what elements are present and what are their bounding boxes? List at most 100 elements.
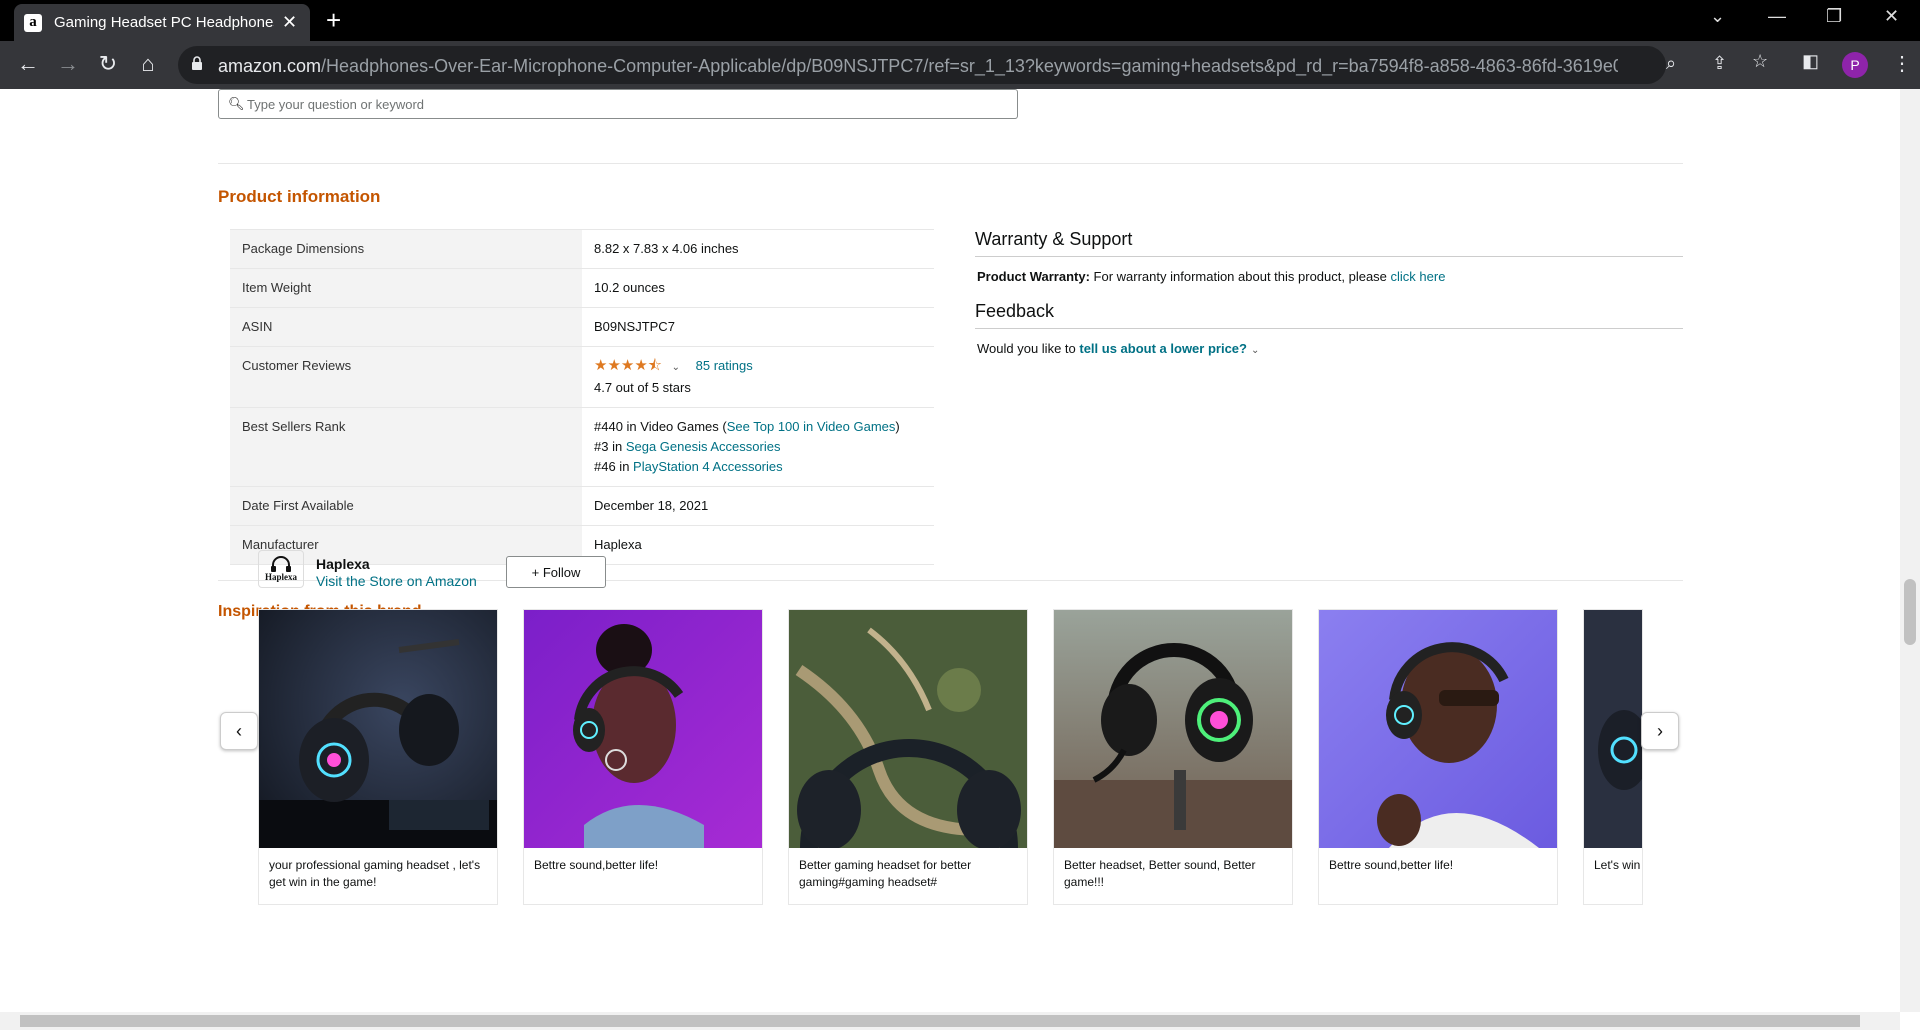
headset-image bbox=[1598, 710, 1642, 790]
row-value: 10.2 ounces bbox=[582, 268, 934, 308]
share-icon[interactable]: ⇪ bbox=[1712, 53, 1727, 74]
bookmark-star-icon[interactable]: ☆ bbox=[1752, 51, 1768, 72]
divider bbox=[218, 163, 1683, 164]
vertical-scrollbar[interactable] bbox=[1900, 89, 1920, 1012]
follow-button[interactable]: + Follow bbox=[506, 556, 606, 588]
inspiration-card[interactable]: Let's win bbox=[1583, 609, 1643, 905]
profile-avatar[interactable]: P bbox=[1842, 52, 1868, 78]
row-key: Customer Reviews bbox=[230, 346, 582, 408]
visit-store-link[interactable]: Visit the Store on Amazon bbox=[316, 573, 477, 589]
address-bar[interactable]: amazon.com/Headphones-Over-Ear-Microphon… bbox=[178, 46, 1666, 84]
ps4-accessories-link[interactable]: PlayStation 4 Accessories bbox=[633, 459, 783, 474]
feedback-text: Would you like to tell us about a lower … bbox=[977, 341, 1260, 356]
inspiration-card[interactable]: Better headset, Better sound, Better gam… bbox=[1053, 609, 1293, 905]
back-icon[interactable]: ← bbox=[14, 51, 42, 77]
carousel-next-button[interactable]: › bbox=[1641, 712, 1679, 750]
search-icon: 🔍︎ bbox=[228, 96, 245, 111]
table-row: Package Dimensions 8.82 x 7.83 x 4.06 in… bbox=[230, 229, 934, 269]
row-value: 8.82 x 7.83 x 4.06 inches bbox=[582, 229, 934, 269]
search-zoom-icon[interactable]: ⌕ bbox=[1666, 53, 1676, 74]
card-caption: Bettre sound,better life! bbox=[534, 858, 659, 872]
card-image bbox=[1319, 610, 1557, 848]
card-caption: your professional gaming headset , let's… bbox=[269, 858, 481, 889]
chevron-down-icon[interactable]: ⌄ bbox=[1710, 6, 1725, 27]
product-info-table: Package Dimensions 8.82 x 7.83 x 4.06 in… bbox=[230, 229, 934, 565]
card-caption: Better gaming headset for better gaming#… bbox=[799, 858, 972, 889]
minimize-icon[interactable]: — bbox=[1768, 6, 1786, 27]
rank-line: #3 in Sega Genesis Accessories bbox=[594, 439, 781, 454]
headphones-icon bbox=[271, 556, 291, 572]
feedback-title: Feedback bbox=[975, 301, 1683, 329]
row-key: Best Sellers Rank bbox=[230, 407, 582, 487]
close-tab-icon[interactable]: ✕ bbox=[282, 12, 297, 33]
brand-name: Haplexa bbox=[316, 556, 370, 572]
side-panel-icon[interactable]: ◧ bbox=[1802, 51, 1819, 72]
card-image bbox=[259, 610, 497, 848]
inspiration-card[interactable]: your professional gaming headset , let's… bbox=[258, 609, 498, 905]
url-text: amazon.com/Headphones-Over-Ear-Microphon… bbox=[218, 56, 1618, 76]
top-100-link[interactable]: See Top 100 in Video Games bbox=[727, 419, 896, 434]
chevron-down-icon[interactable]: ⌄ bbox=[1251, 345, 1259, 356]
feedback-section: Feedback Would you like to tell us about… bbox=[975, 301, 1683, 356]
home-icon[interactable]: ⌂ bbox=[134, 51, 162, 77]
warranty-link[interactable]: click here bbox=[1391, 269, 1446, 284]
warranty-title: Warranty & Support bbox=[975, 229, 1683, 257]
close-window-icon[interactable]: ✕ bbox=[1884, 6, 1899, 27]
warranty-text: Product Warranty: For warranty informati… bbox=[977, 269, 1446, 284]
scroll-thumb[interactable] bbox=[1904, 579, 1916, 645]
table-row: Best Sellers Rank #440 in Video Games (S… bbox=[230, 407, 934, 487]
reload-icon[interactable]: ↻ bbox=[94, 51, 122, 77]
row-key: Package Dimensions bbox=[230, 229, 582, 269]
chevron-down-icon[interactable]: ⌄ bbox=[672, 362, 680, 373]
product-info-title: Product information bbox=[218, 187, 381, 206]
card-caption: Let's win bbox=[1594, 858, 1641, 872]
scroll-thumb[interactable] bbox=[20, 1015, 1860, 1027]
carousel-prev-button[interactable]: ‹ bbox=[220, 712, 258, 750]
row-value: December 18, 2021 bbox=[582, 486, 934, 526]
ratings-link[interactable]: 85 ratings bbox=[696, 358, 753, 373]
lower-price-link[interactable]: tell us about a lower price? bbox=[1079, 341, 1247, 356]
map-headset-image bbox=[789, 610, 1027, 848]
brand-logo[interactable]: Haplexa bbox=[258, 550, 304, 588]
row-key: Item Weight bbox=[230, 268, 582, 308]
card-image bbox=[1054, 610, 1292, 848]
restore-icon[interactable]: ❐ bbox=[1826, 6, 1842, 27]
person-headset-image bbox=[573, 624, 704, 848]
amazon-favicon-icon: a bbox=[24, 13, 42, 32]
person-headset-image bbox=[1377, 642, 1539, 848]
table-row: Customer Reviews ★★★★⯪ ⌄ 85 ratings 4.7 … bbox=[230, 346, 934, 408]
best-sellers-rank-value: #440 in Video Games (See Top 100 in Vide… bbox=[582, 407, 934, 487]
rating-text: 4.7 out of 5 stars bbox=[594, 380, 691, 395]
row-key: ASIN bbox=[230, 307, 582, 347]
warranty-section: Warranty & Support Product Warranty: For… bbox=[975, 229, 1683, 284]
inspiration-card[interactable]: Bettre sound,better life! bbox=[523, 609, 763, 905]
card-caption: Better headset, Better sound, Better gam… bbox=[1064, 858, 1256, 889]
inspiration-card[interactable]: Better gaming headset for better gaming#… bbox=[788, 609, 1028, 905]
rank-line: #440 in Video Games (See Top 100 in Vide… bbox=[594, 419, 900, 434]
forward-icon[interactable]: → bbox=[54, 51, 82, 77]
star-rating-icon[interactable]: ★★★★⯪ bbox=[594, 357, 662, 374]
browser-tab[interactable]: a Gaming Headset PC Headphones ✕ bbox=[14, 4, 310, 41]
table-row: ASIN B09NSJTPC7 bbox=[230, 307, 934, 347]
browser-toolbar: ← → ↻ ⌂ amazon.com/Headphones-Over-Ear-M… bbox=[0, 41, 1920, 89]
chevron-left-icon: ‹ bbox=[236, 720, 242, 741]
browser-tab-strip: a Gaming Headset PC Headphones ✕ + ⌄ — ❐… bbox=[0, 0, 1920, 41]
headset-landscape-image bbox=[1054, 643, 1292, 848]
table-row: Date First Available December 18, 2021 bbox=[230, 486, 934, 526]
sega-accessories-link[interactable]: Sega Genesis Accessories bbox=[626, 439, 781, 454]
headset-image bbox=[259, 639, 497, 848]
row-value: Haplexa bbox=[582, 525, 934, 565]
rank-line: #46 in PlayStation 4 Accessories bbox=[594, 459, 783, 474]
inspiration-card[interactable]: Bettre sound,better life! bbox=[1318, 609, 1558, 905]
qa-search-input[interactable]: 🔍︎ Type your question or keyword bbox=[218, 89, 1018, 119]
new-tab-icon[interactable]: + bbox=[326, 7, 341, 33]
card-image bbox=[524, 610, 762, 848]
customer-reviews-value: ★★★★⯪ ⌄ 85 ratings 4.7 out of 5 stars bbox=[582, 346, 934, 408]
table-row: Item Weight 10.2 ounces bbox=[230, 268, 934, 308]
horizontal-scrollbar[interactable] bbox=[0, 1012, 1900, 1030]
chevron-right-icon: › bbox=[1657, 720, 1663, 741]
card-image bbox=[789, 610, 1027, 848]
card-image bbox=[1584, 610, 1642, 848]
more-menu-icon[interactable]: ⋮ bbox=[1892, 51, 1912, 76]
lock-icon bbox=[192, 56, 202, 70]
